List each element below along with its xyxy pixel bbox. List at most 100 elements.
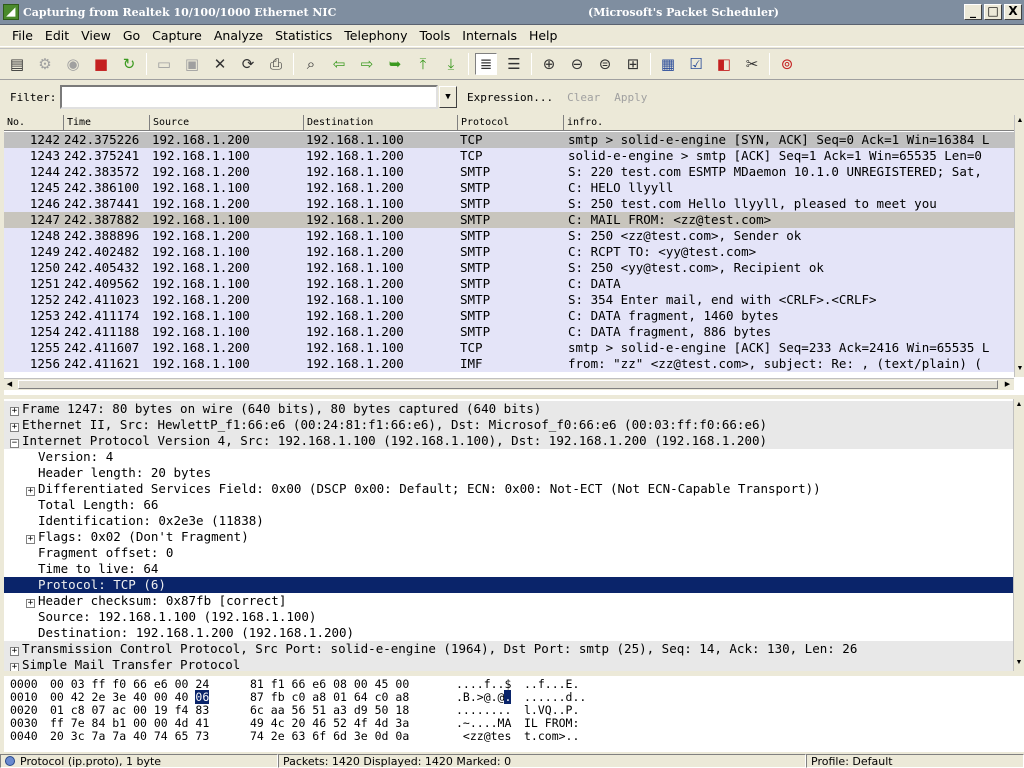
- detail-tree-item[interactable]: Header length: 20 bytes: [4, 465, 1016, 481]
- maximize-button[interactable]: □: [984, 4, 1002, 20]
- list-interfaces-icon[interactable]: ▤: [6, 53, 28, 75]
- display-filters-icon[interactable]: ☑: [685, 53, 707, 75]
- detail-tree-item[interactable]: Time to live: 64: [4, 561, 1016, 577]
- packet-row[interactable]: 1255 242.411607 192.168.1.200 192.168.1.100…: [4, 340, 1018, 356]
- clear-button[interactable]: Clear: [563, 89, 604, 106]
- filter-input[interactable]: [60, 85, 438, 109]
- restart-capture-icon[interactable]: ↻: [118, 53, 140, 75]
- detail-tree-item[interactable]: + Simple Mail Transfer Protocol: [4, 657, 1016, 671]
- scroll-down-icon[interactable]: ▼: [1015, 363, 1024, 374]
- status-profile[interactable]: Profile: Default: [806, 754, 1024, 768]
- detail-tree-item[interactable]: + Frame 1247: 80 bytes on wire (640 bits)…: [4, 401, 1016, 417]
- details-vscroll[interactable]: ▲ ▼: [1013, 399, 1024, 671]
- autoscroll-icon[interactable]: ☰: [503, 53, 525, 75]
- colorize-icon[interactable]: ≣: [475, 53, 497, 75]
- packet-row[interactable]: 1250 242.405432 192.168.1.200 192.168.1.100…: [4, 260, 1018, 276]
- ascii-highlight-char[interactable]: .: [504, 690, 512, 704]
- expand-icon[interactable]: +: [26, 599, 35, 608]
- packet-row[interactable]: 1251 242.409562 192.168.1.100 192.168.1.200…: [4, 276, 1018, 292]
- detail-tree-item[interactable]: + Differentiated Services Field: 0x00 (DS…: [4, 481, 1016, 497]
- packet-row[interactable]: 1256 242.411621 192.168.1.100 192.168.1.200…: [4, 356, 1018, 372]
- go-back-icon[interactable]: ⇦: [328, 53, 350, 75]
- detail-tree-item[interactable]: + Ethernet II, Src: HewlettP_f1:66:e6 (00…: [4, 417, 1016, 433]
- go-first-icon[interactable]: ⤒: [412, 53, 434, 75]
- expression-button[interactable]: Expression...: [463, 89, 557, 106]
- apply-button[interactable]: Apply: [610, 89, 651, 106]
- expand-icon[interactable]: +: [26, 535, 35, 544]
- packet-row[interactable]: 1249 242.402482 192.168.1.100 192.168.1.200…: [4, 244, 1018, 260]
- packet-row[interactable]: 1253 242.411174 192.168.1.100 192.168.1.200…: [4, 308, 1018, 324]
- detail-tree-item[interactable]: + Flags: 0x02 (Don't Fragment): [4, 529, 1016, 545]
- ascii-left[interactable]: <zz@tes: [456, 730, 524, 743]
- scroll-up-icon[interactable]: ▲: [1014, 399, 1024, 410]
- capture-options-icon[interactable]: ⚙: [34, 53, 56, 75]
- save-file-icon[interactable]: ▣: [181, 53, 203, 75]
- detail-tree-item[interactable]: Protocol: TCP (6): [4, 577, 1016, 593]
- packet-list-hscroll[interactable]: ◀ ▶: [4, 378, 1014, 390]
- detail-tree-item[interactable]: Source: 192.168.1.100 (192.168.1.100): [4, 609, 1016, 625]
- expand-icon[interactable]: +: [10, 663, 19, 671]
- column-header-no[interactable]: No.: [4, 115, 64, 131]
- packet-row[interactable]: 1244 242.383572 192.168.1.200 192.168.1.100…: [4, 164, 1018, 180]
- find-icon[interactable]: ⌕: [300, 53, 322, 75]
- minimize-button[interactable]: _: [964, 4, 982, 20]
- close-file-icon[interactable]: ✕: [209, 53, 231, 75]
- detail-tree-item[interactable]: + Transmission Control Protocol, Src Port…: [4, 641, 1016, 657]
- detail-tree-item[interactable]: − Internet Protocol Version 4, Src: 192.1…: [4, 433, 1016, 449]
- expand-icon[interactable]: +: [10, 647, 19, 656]
- hex-bytes-right[interactable]: 74 2e 63 6f 6d 3e 0d 0a: [250, 730, 456, 743]
- menu-statistics[interactable]: Statistics: [269, 28, 338, 43]
- menu-tools[interactable]: Tools: [413, 28, 456, 43]
- menu-capture[interactable]: Capture: [146, 28, 208, 43]
- detail-tree-item[interactable]: Fragment offset: 0: [4, 545, 1016, 561]
- detail-tree-item[interactable]: Version: 4: [4, 449, 1016, 465]
- normal-size-icon[interactable]: ⊜: [594, 53, 616, 75]
- packet-row[interactable]: 1243 242.375241 192.168.1.100 192.168.1.200…: [4, 148, 1018, 164]
- start-capture-icon[interactable]: ◉: [62, 53, 84, 75]
- packet-row[interactable]: 1247 242.387882 192.168.1.100 192.168.1.200…: [4, 212, 1018, 228]
- stop-capture-icon[interactable]: ■: [90, 53, 112, 75]
- hex-bytes-left[interactable]: 20 3c 7a 7a 40 74 65 73: [50, 730, 250, 743]
- zoom-out-icon[interactable]: ⊖: [566, 53, 588, 75]
- scroll-up-icon[interactable]: ▲: [1015, 115, 1024, 126]
- close-button[interactable]: X: [1004, 4, 1022, 20]
- expand-icon[interactable]: +: [26, 487, 35, 496]
- scroll-right-icon[interactable]: ▶: [1002, 379, 1013, 390]
- expand-icon[interactable]: +: [10, 423, 19, 432]
- column-header-destination[interactable]: Destination: [304, 115, 458, 131]
- menu-go[interactable]: Go: [117, 28, 146, 43]
- detail-tree-item[interactable]: + Header checksum: 0x87fb [correct]: [4, 593, 1016, 609]
- preferences-icon[interactable]: ✂: [741, 53, 763, 75]
- menu-view[interactable]: View: [75, 28, 117, 43]
- expert-info-icon[interactable]: [5, 756, 15, 766]
- detail-tree-item[interactable]: Identification: 0x2e3e (11838): [4, 513, 1016, 529]
- menu-telephony[interactable]: Telephony: [338, 28, 413, 43]
- hex-highlight-byte[interactable]: 06: [195, 690, 210, 704]
- coloring-rules-icon[interactable]: ◧: [713, 53, 735, 75]
- open-file-icon[interactable]: ▭: [153, 53, 175, 75]
- reload-icon[interactable]: ⟳: [237, 53, 259, 75]
- packet-row[interactable]: 1252 242.411023 192.168.1.200 192.168.1.100…: [4, 292, 1018, 308]
- column-header-protocol[interactable]: Protocol: [458, 115, 564, 131]
- packet-row[interactable]: 1254 242.411188 192.168.1.100 192.168.1.200…: [4, 324, 1018, 340]
- go-to-packet-icon[interactable]: ➥: [384, 53, 406, 75]
- menu-analyze[interactable]: Analyze: [208, 28, 269, 43]
- packet-list-vscroll[interactable]: ▲ ▼: [1014, 115, 1024, 377]
- expand-icon[interactable]: +: [10, 407, 19, 416]
- detail-tree-item[interactable]: Destination: 192.168.1.200 (192.168.1.20…: [4, 625, 1016, 641]
- print-icon[interactable]: ⎙: [265, 53, 287, 75]
- collapse-icon[interactable]: −: [10, 439, 19, 448]
- column-header-source[interactable]: Source: [150, 115, 304, 131]
- capture-filters-icon[interactable]: ▦: [657, 53, 679, 75]
- menu-file[interactable]: File: [6, 28, 39, 43]
- packet-row[interactable]: 1248 242.388896 192.168.1.200 192.168.1.100…: [4, 228, 1018, 244]
- go-last-icon[interactable]: ⤓: [440, 53, 462, 75]
- scroll-down-icon[interactable]: ▼: [1014, 657, 1024, 668]
- menu-help[interactable]: Help: [523, 28, 564, 43]
- filter-dropdown-button[interactable]: ▼: [439, 86, 457, 108]
- detail-tree-item[interactable]: Total Length: 66: [4, 497, 1016, 513]
- menu-internals[interactable]: Internals: [456, 28, 523, 43]
- ascii-right[interactable]: t.com>..: [524, 730, 594, 743]
- menu-edit[interactable]: Edit: [39, 28, 75, 43]
- scroll-left-icon[interactable]: ◀: [4, 379, 15, 390]
